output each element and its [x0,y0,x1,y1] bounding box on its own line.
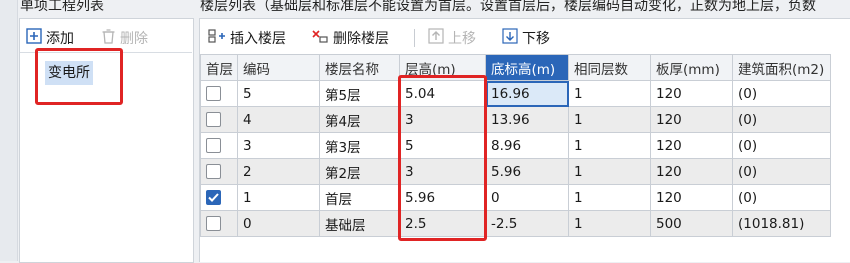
table-row[interactable]: 4 第4层 3 13.96 1 120 (0) [200,106,831,133]
floor-table: 首层 编码 楼层名称 层高(m) 底标高(m) 相同层数 板厚(mm) 建筑面积… [200,54,831,237]
table-header-row: 首层 编码 楼层名称 层高(m) 底标高(m) 相同层数 板厚(mm) 建筑面积… [200,54,831,81]
slab-thickness-cell[interactable]: 120 [650,80,733,107]
first-floor-checkbox-cell[interactable] [200,132,238,159]
floor-name-cell[interactable]: 第4层 [319,106,400,133]
floor-list-title: 楼层列表（基础层和标准层不能设置为首层。设置首层后，楼层编码自动变化，正数为地上… [200,0,816,14]
base-elevation-cell[interactable]: 0 [485,184,569,211]
column-header-first-floor[interactable]: 首层 [200,54,238,81]
table-row[interactable]: 2 第2层 3 5.96 1 120 (0) [200,158,831,185]
delete-project-button[interactable]: 删除 [101,26,148,50]
slab-thickness-cell[interactable]: 500 [650,210,733,237]
add-label: 添加 [46,31,74,47]
slab-thickness-cell[interactable]: 120 [650,184,733,211]
first-floor-checkbox-checked[interactable] [206,190,221,205]
first-floor-checkbox-cell[interactable] [200,80,238,107]
code-cell[interactable]: 3 [237,132,320,159]
project-list-title: 单项工程列表 [20,0,104,14]
insert-floor-button[interactable]: 插入楼层 [208,26,286,50]
add-icon [26,28,42,48]
first-floor-checkbox-cell[interactable] [200,106,238,133]
code-cell[interactable]: 0 [237,210,320,237]
move-up-button[interactable]: 上移 [428,26,476,50]
base-elevation-cell[interactable]: 5.96 [485,158,569,185]
slab-thickness-cell[interactable]: 120 [650,106,733,133]
code-cell[interactable]: 2 [237,158,320,185]
column-header-floor-name[interactable]: 楼层名称 [319,54,400,81]
building-area-cell[interactable]: (0) [732,80,831,107]
building-area-cell[interactable]: (0) [732,184,831,211]
floor-name-cell[interactable]: 第5层 [319,80,400,107]
first-floor-checkbox[interactable] [206,86,221,101]
arrow-down-icon [502,28,518,48]
move-down-button[interactable]: 下移 [502,26,550,50]
building-area-cell[interactable]: (1018.81) [732,210,831,237]
toolbar-divider [414,29,415,47]
same-floor-count-cell[interactable]: 1 [568,80,651,107]
table-row[interactable]: 3 第3层 5 8.96 1 120 (0) [200,132,831,159]
floor-name-cell[interactable]: 第3层 [319,132,400,159]
add-project-button[interactable]: 添加 [26,26,74,50]
column-header-slab-thickness[interactable]: 板厚(mm) [650,54,733,81]
same-floor-count-cell[interactable]: 1 [568,132,651,159]
base-elevation-cell[interactable]: 8.96 [485,132,569,159]
base-elevation-cell[interactable]: -2.5 [485,210,569,237]
table-row[interactable]: 0 基础层 2.5 -2.5 1 500 (1018.81) [200,210,831,237]
floor-name-cell[interactable]: 第2层 [319,158,400,185]
column-header-base-elevation[interactable]: 底标高(m) [485,54,569,81]
first-floor-checkbox[interactable] [206,138,221,153]
same-floor-count-cell[interactable]: 1 [568,210,651,237]
delete-floor-icon [311,28,329,48]
building-area-cell[interactable]: (0) [732,132,831,159]
first-floor-checkbox-cell[interactable] [200,184,238,211]
table-row[interactable]: 1 首层 5.96 0 1 120 (0) [200,184,831,211]
building-area-cell[interactable]: (0) [732,158,831,185]
floor-name-cell[interactable]: 首层 [319,184,400,211]
first-floor-checkbox[interactable] [206,112,221,127]
arrow-up-icon [428,28,444,48]
insert-floor-label: 插入楼层 [230,31,286,47]
base-elevation-cell-selected[interactable]: 16.96 [485,80,569,107]
red-highlight-box-project [35,48,123,105]
column-header-code[interactable]: 编码 [237,54,320,81]
first-floor-checkbox-cell[interactable] [200,210,238,237]
move-down-label: 下移 [522,31,550,47]
floor-name-cell[interactable]: 基础层 [319,210,400,237]
table-row[interactable]: 5 第5层 5.04 16.96 1 120 (0) [200,80,831,107]
checkmark-icon [208,193,219,202]
base-elevation-cell[interactable]: 13.96 [485,106,569,133]
trash-icon [101,28,116,48]
left-window-edge [0,0,18,261]
building-area-cell[interactable]: (0) [732,106,831,133]
code-cell[interactable]: 5 [237,80,320,107]
code-cell[interactable]: 4 [237,106,320,133]
delete-label: 删除 [120,31,148,47]
first-floor-checkbox[interactable] [206,216,221,231]
same-floor-count-cell[interactable]: 1 [568,106,651,133]
slab-thickness-cell[interactable]: 120 [650,132,733,159]
first-floor-checkbox[interactable] [206,164,221,179]
slab-thickness-cell[interactable]: 120 [650,158,733,185]
move-up-label: 上移 [448,31,476,47]
same-floor-count-cell[interactable]: 1 [568,184,651,211]
column-header-same-floor-count[interactable]: 相同层数 [568,54,651,81]
delete-floor-label: 删除楼层 [333,31,389,47]
insert-floor-icon [208,28,226,48]
same-floor-count-cell[interactable]: 1 [568,158,651,185]
delete-floor-button[interactable]: 删除楼层 [311,26,389,50]
code-cell[interactable]: 1 [237,184,320,211]
red-highlight-box-floor-height [398,75,487,241]
first-floor-checkbox-cell[interactable] [200,158,238,185]
column-header-building-area[interactable]: 建筑面积(m2) [732,54,831,81]
